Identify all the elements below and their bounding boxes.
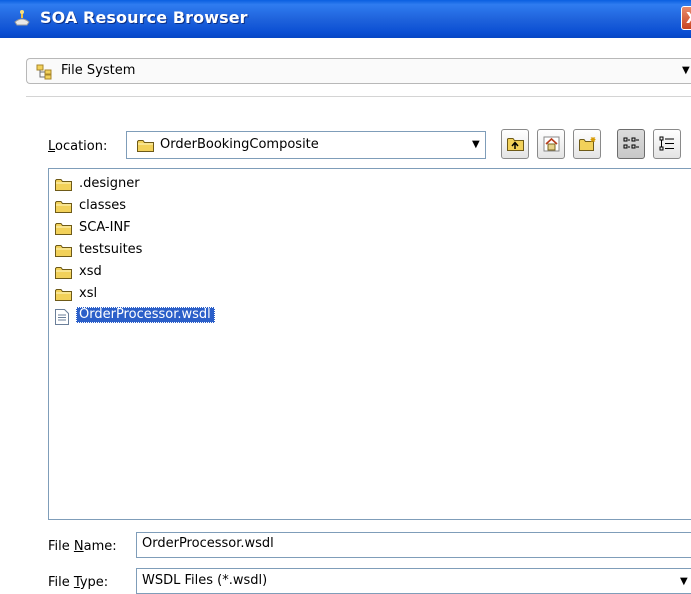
location-label-mnemonic: L (48, 139, 56, 154)
folder-icon (55, 223, 72, 235)
chevron-down-icon[interactable]: ▼ (680, 576, 688, 587)
resource-source-dropdown[interactable]: File System ▼ (26, 58, 691, 84)
file-list[interactable]: .designer classes SCA-INF testsuites xsd… (48, 168, 691, 520)
file-name-label-mnemonic: N (73, 539, 84, 554)
up-one-level-icon (507, 138, 524, 151)
app-icon (14, 10, 30, 26)
file-type-value: WSDL Files (*.wsdl) (142, 573, 268, 588)
folder-icon (137, 140, 154, 152)
home-icon (543, 136, 560, 152)
list-item-label: OrderProcessor.wsdl (76, 307, 215, 323)
window-title: SOA Resource Browser (40, 8, 248, 27)
home-button[interactable] (537, 129, 565, 159)
close-button[interactable]: X (681, 6, 691, 30)
folder-icon (55, 179, 72, 191)
list-view-button[interactable] (617, 129, 645, 159)
up-one-level-button[interactable] (501, 129, 529, 159)
folder-icon (55, 245, 72, 257)
list-view-icon (623, 137, 639, 149)
file-name-label: File Name: (48, 539, 117, 554)
file-type-label: File Type: (48, 575, 108, 590)
list-item-label: .designer (79, 176, 140, 191)
list-item-label: classes (79, 198, 127, 213)
list-item-label: testsuites (79, 242, 143, 257)
chevron-down-icon[interactable]: ▼ (472, 139, 480, 150)
location-label-rest: ocation: (55, 139, 108, 154)
file-type-dropdown[interactable]: WSDL Files (*.wsdl) ▼ (136, 568, 691, 594)
file-name-field-box (136, 532, 691, 558)
file-name-field[interactable] (142, 536, 682, 551)
divider (26, 96, 691, 97)
location-label: Location: (48, 139, 107, 154)
new-folder-icon (579, 137, 596, 151)
list-item-label: xsd (79, 264, 102, 279)
file-name-label-prefix: File (48, 539, 74, 554)
details-view-button[interactable] (653, 129, 681, 159)
file-name-label-rest: ame: (83, 539, 117, 554)
location-value: OrderBookingComposite (160, 137, 319, 152)
location-combobox[interactable]: OrderBookingComposite ▼ (126, 131, 486, 159)
folder-icon (55, 289, 72, 301)
list-item-label: SCA-INF (79, 220, 131, 235)
file-type-label-rest: ype: (79, 575, 109, 590)
file-system-icon (36, 64, 52, 80)
file-type-label-prefix: File (48, 575, 74, 590)
file-icon (55, 309, 69, 325)
details-view-icon (659, 136, 674, 151)
title-bar[interactable]: SOA Resource Browser X (0, 0, 691, 38)
folder-icon (55, 201, 72, 213)
dialog-body: File System ▼ Location: OrderBookingComp… (0, 38, 691, 594)
chevron-down-icon[interactable]: ▼ (682, 65, 690, 76)
resource-source-value: File System (61, 63, 136, 78)
folder-icon (55, 267, 72, 279)
new-folder-button[interactable] (573, 129, 601, 159)
list-item-label: xsl (79, 286, 98, 301)
